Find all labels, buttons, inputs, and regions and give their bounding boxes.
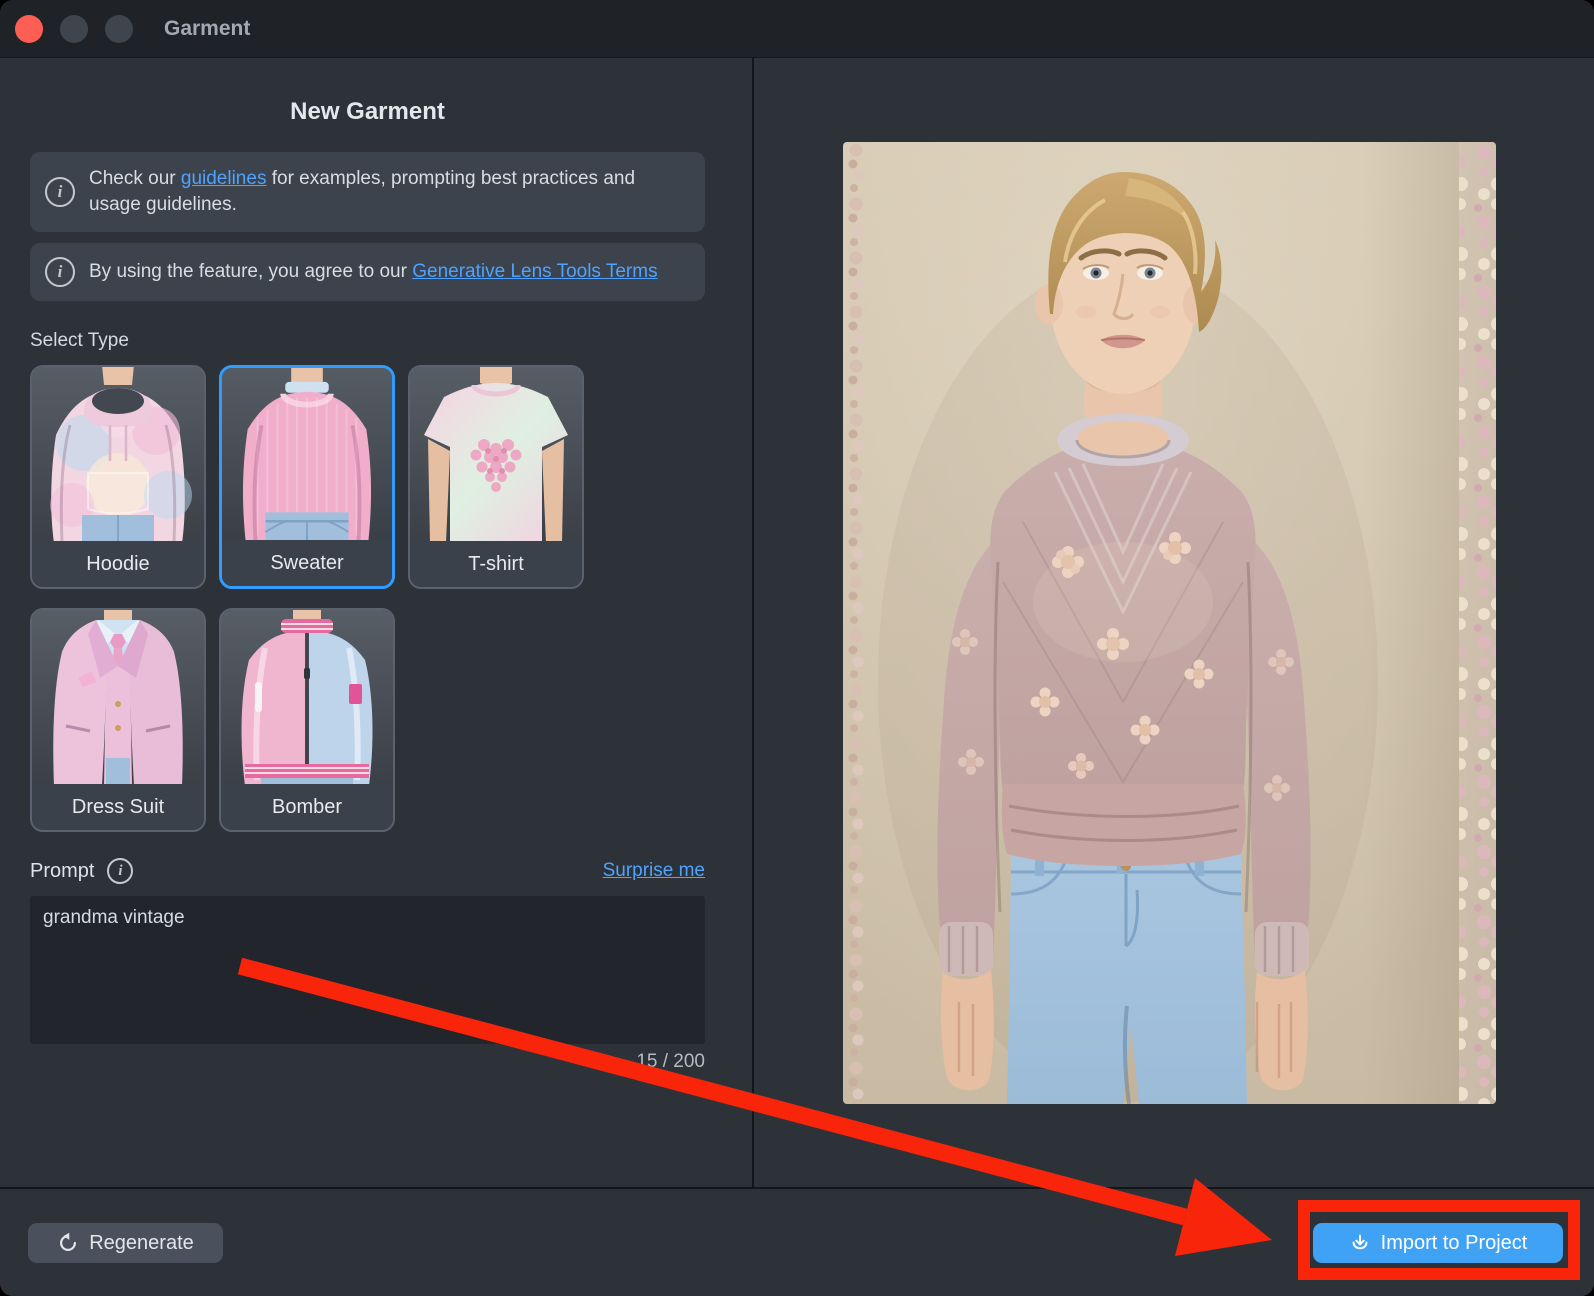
notice-text: By using the feature, you agree to our (89, 261, 412, 282)
footer-bar: Regenerate Import to Project (0, 1187, 1594, 1296)
notice-text: Check our (89, 168, 181, 189)
garment-type-tshirt[interactable]: T-shirt (408, 365, 584, 589)
tshirt-thumbnail (410, 367, 582, 541)
prompt-input[interactable]: grandma vintage (30, 896, 705, 1044)
download-icon (1349, 1232, 1371, 1254)
dress-suit-thumbnail (32, 610, 204, 784)
card-label: Sweater (222, 540, 392, 586)
info-icon: i (45, 177, 75, 207)
window-title: Garment (164, 17, 250, 41)
zoom-window-button[interactable] (105, 15, 133, 43)
import-label: Import to Project (1381, 1232, 1528, 1255)
preview-panel (754, 57, 1594, 1187)
prompt-row: Prompt i Surprise me (30, 858, 705, 884)
left-panel: New Garment i Check our guidelines for e… (0, 57, 754, 1187)
info-icon: i (45, 257, 75, 287)
surprise-me-link[interactable]: Surprise me (603, 860, 705, 882)
minimize-window-button[interactable] (60, 15, 88, 43)
sweater-thumbnail (222, 368, 392, 540)
page-title: New Garment (30, 98, 705, 126)
terms-notice-text: By using the feature, you agree to our G… (89, 259, 658, 285)
garment-type-bomber[interactable]: Bomber (219, 608, 395, 832)
generated-garment-image (843, 142, 1496, 1104)
info-icon[interactable]: i (107, 858, 133, 884)
card-label: Dress Suit (32, 784, 204, 830)
char-counter: 15 / 200 (30, 1051, 705, 1073)
garment-type-grid: Hoodie (30, 365, 602, 832)
guidelines-notice-text: Check our guidelines for examples, promp… (89, 166, 687, 218)
prompt-label: Prompt (30, 860, 94, 883)
regenerate-label: Regenerate (89, 1232, 194, 1255)
titlebar: Garment (0, 0, 1594, 58)
bomber-thumbnail (221, 610, 393, 784)
garment-type-hoodie[interactable]: Hoodie (30, 365, 206, 589)
guidelines-link[interactable]: guidelines (181, 168, 267, 189)
hoodie-thumbnail (32, 367, 204, 541)
import-to-project-button[interactable]: Import to Project (1313, 1223, 1563, 1263)
card-label: T-shirt (410, 541, 582, 587)
select-type-label: Select Type (30, 330, 752, 352)
terms-link[interactable]: Generative Lens Tools Terms (412, 261, 657, 282)
close-window-button[interactable] (15, 15, 43, 43)
regenerate-button[interactable]: Regenerate (28, 1223, 223, 1263)
garment-type-dress-suit[interactable]: Dress Suit (30, 608, 206, 832)
garment-type-sweater[interactable]: Sweater (219, 365, 395, 589)
rotate-ccw-icon (57, 1232, 79, 1254)
guidelines-notice: i Check our guidelines for examples, pro… (30, 152, 705, 232)
content: New Garment i Check our guidelines for e… (0, 57, 1594, 1187)
card-label: Hoodie (32, 541, 204, 587)
terms-notice: i By using the feature, you agree to our… (30, 243, 705, 301)
garment-window: Garment New Garment i Check our guidelin… (0, 0, 1594, 1296)
card-label: Bomber (221, 784, 393, 830)
